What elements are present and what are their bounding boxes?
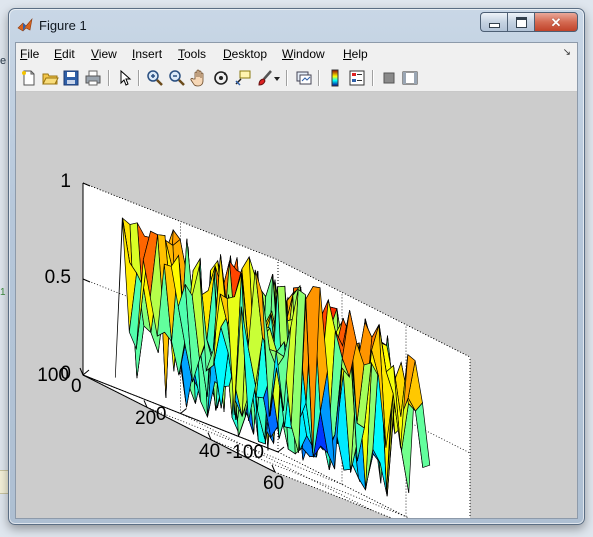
matlab-logo-icon: [17, 17, 33, 32]
figure-canvas[interactable]: 0 0.5 1 0 20 40 60 -100 0 100: [16, 92, 577, 518]
z-tick-label: 1: [60, 171, 71, 192]
x-tick-label: 20: [135, 408, 157, 430]
link-plot-icon[interactable]: [295, 69, 313, 87]
data-cursor-icon[interactable]: [234, 69, 252, 87]
x-tick-label: 60: [263, 473, 285, 494]
save-icon[interactable]: [62, 69, 80, 87]
close-button[interactable]: ✕: [534, 12, 578, 32]
caption-buttons: ✕: [480, 12, 578, 32]
toolbar-separator: [108, 70, 110, 86]
y-tick-label: 0: [155, 403, 167, 425]
background-editor-line-mark: 1: [0, 287, 6, 298]
colorbar-icon[interactable]: [326, 69, 344, 87]
background-editor-text: e: [0, 55, 7, 67]
figure-window: Figure 1 ✕ File Edit View Insert Tools D…: [8, 8, 585, 525]
window-title: Figure 1: [39, 18, 87, 33]
x-tick-label: 0: [71, 376, 82, 397]
edit-plot-arrow-icon[interactable]: [116, 69, 134, 87]
menu-desktop[interactable]: Desktop: [223, 47, 267, 61]
rotate-3d-icon[interactable]: [212, 69, 230, 87]
show-plot-tools-icon[interactable]: [401, 69, 419, 87]
legend-icon[interactable]: [348, 69, 366, 87]
print-icon[interactable]: [84, 69, 102, 87]
menu-help[interactable]: Help: [343, 47, 368, 61]
brush-dropdown-icon[interactable]: [272, 69, 282, 87]
menu-file[interactable]: File: [20, 47, 39, 61]
maximize-icon: [515, 16, 527, 28]
x-tick-label: 40: [199, 440, 221, 462]
new-figure-icon[interactable]: [20, 69, 38, 87]
menu-view[interactable]: View: [91, 47, 117, 61]
z-tick-label: 0.5: [44, 267, 71, 288]
minimize-button[interactable]: [480, 12, 507, 32]
maximize-button[interactable]: [507, 12, 534, 32]
menu-dock-arrow-icon[interactable]: ↘: [563, 47, 571, 58]
surface-plot-3d[interactable]: [16, 92, 577, 518]
hide-plot-tools-icon[interactable]: [380, 69, 398, 87]
toolbar-separator: [138, 70, 140, 86]
pan-hand-icon[interactable]: [190, 69, 208, 87]
zoom-out-icon[interactable]: [168, 69, 186, 87]
open-file-icon[interactable]: [41, 69, 59, 87]
close-icon: ✕: [550, 14, 562, 30]
toolbar-separator: [286, 70, 288, 86]
menu-insert[interactable]: Insert: [132, 47, 162, 61]
y-tick-label: 100: [37, 365, 69, 386]
figure-client-area: File Edit View Insert Tools Desktop Wind…: [15, 42, 578, 519]
menu-edit[interactable]: Edit: [54, 47, 75, 61]
menu-tools[interactable]: Tools: [178, 47, 206, 61]
toolbar-separator: [372, 70, 374, 86]
zoom-in-icon[interactable]: [146, 69, 164, 87]
menu-window[interactable]: Window: [282, 47, 325, 61]
menu-bar: File Edit View Insert Tools Desktop Wind…: [16, 43, 577, 65]
minimize-icon: [488, 23, 500, 28]
toolbar-separator: [318, 70, 320, 86]
figure-toolbar: [16, 65, 577, 92]
y-tick-label: -100: [225, 442, 264, 463]
title-bar[interactable]: Figure 1 ✕: [9, 9, 584, 39]
